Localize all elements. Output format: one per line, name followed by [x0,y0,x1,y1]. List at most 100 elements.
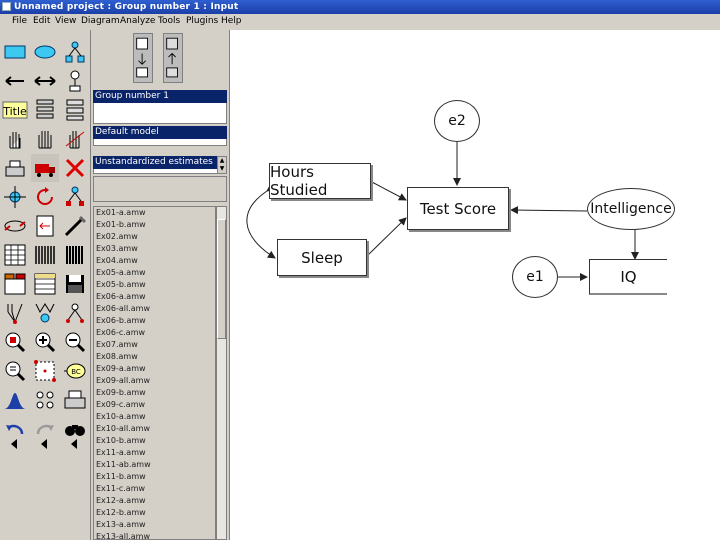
file-list-item[interactable]: Ex03.amw [94,243,215,255]
file-list-item[interactable]: Ex01-b.amw [94,219,215,231]
path-sleep-to-score[interactable] [366,217,407,257]
unique-variable-icon[interactable] [61,67,89,95]
file-list-item[interactable]: Ex13-a.amw [94,519,215,531]
left-triangle-icon[interactable] [1,430,29,458]
file-list-item[interactable]: Ex10-a.amw [94,411,215,423]
magnify-minus-icon[interactable] [61,328,89,356]
preserve-symmetries-icon[interactable] [1,299,29,327]
file-list-item[interactable]: Ex13-all.amw [94,531,215,539]
estimates-scrollbar[interactable]: ▲ ▼ [217,156,227,174]
move-parameter-icon[interactable] [1,183,29,211]
zoom-out-icon[interactable] [1,328,29,356]
menu-help[interactable]: Help [221,16,242,26]
text-output-icon[interactable] [31,212,59,240]
left-triangle-icon[interactable] [61,430,89,458]
move-icon[interactable] [31,154,59,182]
variable-test-score[interactable]: Test Score [407,187,509,230]
file-list-item[interactable]: Ex09-a.amw [94,363,215,375]
resize-icon[interactable] [31,357,59,385]
path-hours-to-score[interactable] [369,180,407,201]
file-list-item[interactable]: Ex05-b.amw [94,279,215,291]
rectangle-icon[interactable] [1,38,29,66]
file-list-item[interactable]: Ex09-c.amw [94,399,215,411]
scrollbar-thumb[interactable] [217,219,226,339]
erase-icon[interactable] [61,154,89,182]
file-list-item[interactable]: Ex10-b.amw [94,435,215,447]
left-triangle-icon[interactable] [31,430,59,458]
menu-analyze[interactable]: Analyze [120,16,155,26]
menu-diagram[interactable]: Diagram [81,16,120,26]
file-list-item[interactable]: Ex12-a.amw [94,495,215,507]
variable-hours-studied[interactable]: Hours Studied [269,163,371,199]
zoom-select-icon[interactable] [31,299,59,327]
copy-icon[interactable] [1,154,29,182]
file-list-item[interactable]: Ex11-b.amw [94,471,215,483]
path-intelligence-to-score[interactable] [510,206,588,215]
file-list-item[interactable]: Ex09-all.amw [94,375,215,387]
file-list-item[interactable]: Ex07.amw [94,339,215,351]
file-list-item[interactable]: Ex01-a.amw [94,207,215,219]
file-list-item[interactable]: Ex02.amw [94,231,215,243]
print-icon[interactable] [61,386,89,414]
select-all-icon[interactable] [31,125,59,153]
zoom-in-icon[interactable] [61,299,89,327]
file-list-item[interactable]: Ex04.amw [94,255,215,267]
covariance-hours-sleep[interactable] [246,183,276,259]
deselect-icon[interactable] [61,125,89,153]
model-list-item[interactable]: Default model [93,126,227,139]
window-title-bar: Unnamed project : Group number 1 : Input [0,0,720,14]
title-icon[interactable]: Title [1,96,29,124]
drag-properties-icon[interactable] [61,270,89,298]
error-e2[interactable]: e2 [434,100,480,142]
shape-icon[interactable] [1,212,29,240]
reflect-icon[interactable] [61,183,89,211]
file-list-item[interactable]: Ex11-ab.amw [94,459,215,471]
fit-icon[interactable] [61,212,89,240]
variable-sleep[interactable]: Sleep [277,239,367,276]
menu-edit[interactable]: Edit [33,16,50,26]
file-list-scrollbar[interactable] [216,206,227,540]
single-arrow-icon[interactable] [1,67,29,95]
degrees-icon[interactable] [31,386,59,414]
file-list-item[interactable]: Ex06-b.amw [94,315,215,327]
normal-curve-icon[interactable] [1,386,29,414]
object-properties-icon[interactable] [31,270,59,298]
page-view-icon[interactable] [1,357,29,385]
latent-intelligence[interactable]: Intelligence [587,188,675,230]
file-list-item[interactable]: Ex12-b.amw [94,507,215,519]
rotate-icon[interactable] [31,183,59,211]
file-list-item[interactable]: Ex09-b.amw [94,387,215,399]
group-list-item[interactable]: Group number 1 [93,90,227,103]
view-text-icon[interactable] [61,241,89,269]
magnify-plus-icon[interactable] [31,328,59,356]
file-list-item[interactable]: Ex06-c.amw [94,327,215,339]
analysis-properties-icon[interactable] [1,241,29,269]
menu-view[interactable]: View [55,16,76,26]
file-list-item[interactable]: Ex06-a.amw [94,291,215,303]
view-input-button[interactable] [133,33,153,83]
view-output-button[interactable] [163,33,183,83]
variable-iq[interactable]: IQ [589,259,667,295]
ellipse-icon[interactable] [31,38,59,66]
estimates-list-item[interactable]: Unstandardized estimates [93,156,217,169]
file-list-item[interactable]: Ex05-a.amw [94,267,215,279]
bayesian-icon[interactable]: BC [61,357,89,385]
select-one-icon[interactable] [1,125,29,153]
list-objects-icon[interactable] [61,96,89,124]
menu-plugins[interactable]: Plugins [186,16,218,26]
file-list[interactable]: Ex01-a.amw Ex01-b.amw Ex02.amw Ex03.amw Ex04… [93,206,216,540]
menu-tools[interactable]: Tools [158,16,180,26]
list-variables-icon[interactable] [31,96,59,124]
parameter-format-box[interactable] [93,176,227,202]
file-list-item[interactable]: Ex06-all.amw [94,303,215,315]
file-list-item[interactable]: Ex08.amw [94,351,215,363]
save-icon[interactable] [1,270,29,298]
file-list-item[interactable]: Ex11-a.amw [94,447,215,459]
indicator-icon[interactable] [61,38,89,66]
menu-file[interactable]: File [12,16,27,26]
file-list-item[interactable]: Ex11-c.amw [94,483,215,495]
file-list-item[interactable]: Ex10-all.amw [94,423,215,435]
double-arrow-icon[interactable] [31,67,59,95]
error-e1[interactable]: e1 [512,256,558,298]
calculate-icon[interactable] [31,241,59,269]
